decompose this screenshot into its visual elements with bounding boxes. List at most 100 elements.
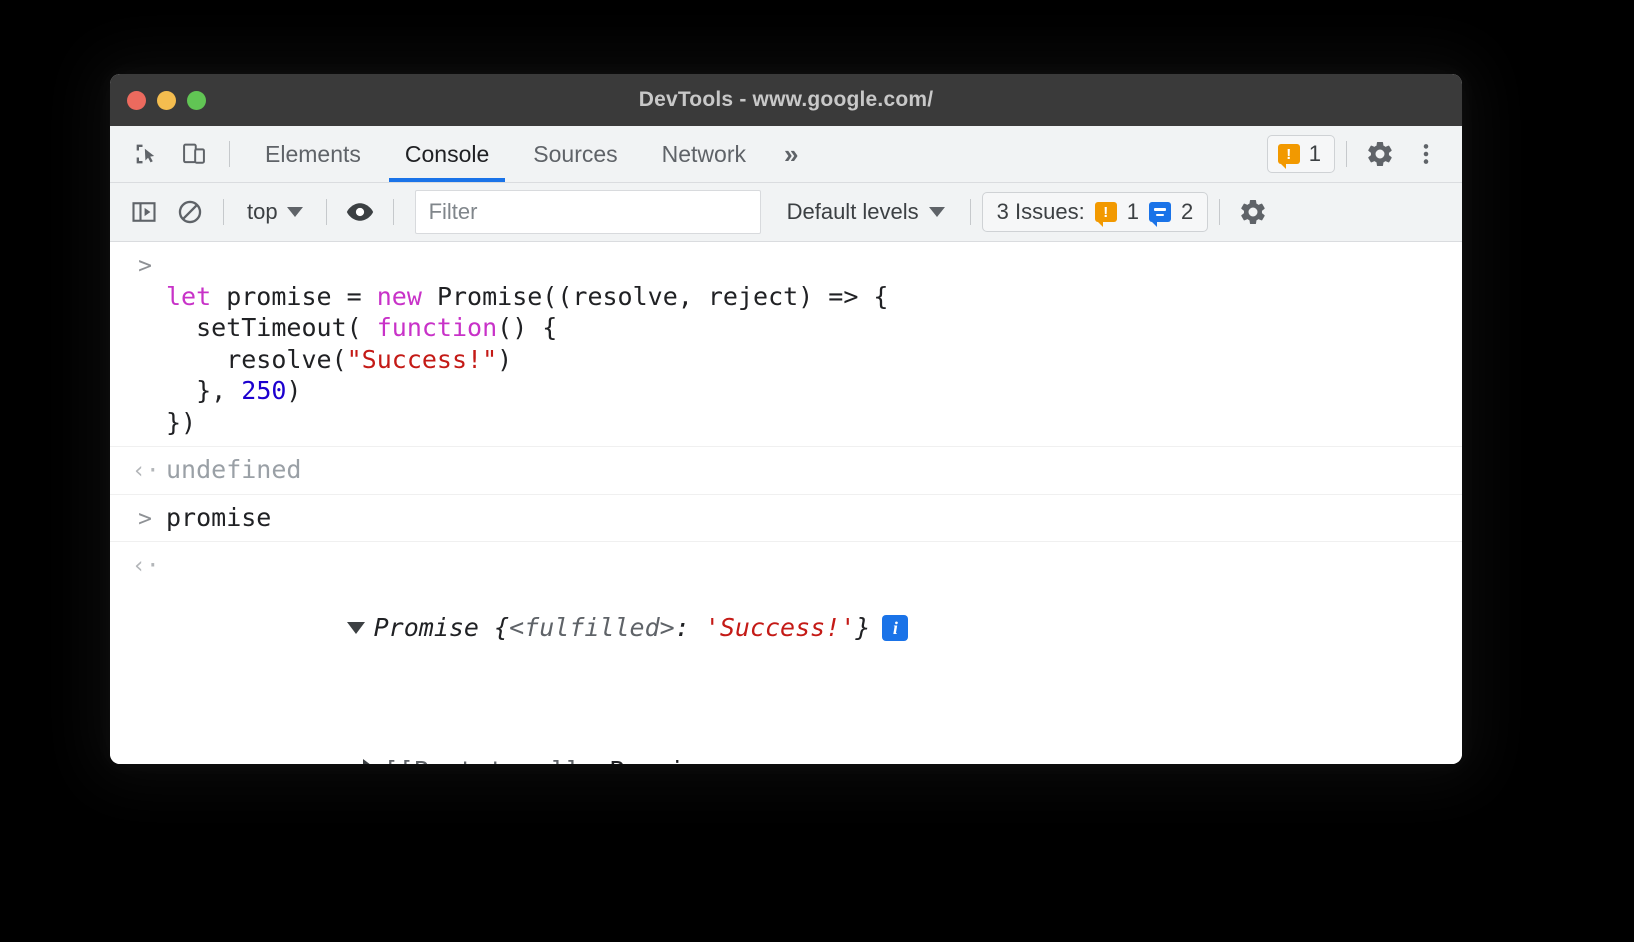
live-expression-button[interactable] <box>338 190 382 234</box>
devtools-settings-button[interactable] <box>1358 132 1402 176</box>
tab-network-label: Network <box>661 140 746 167</box>
console-input-entry[interactable]: > let promise = new Promise((resolve, re… <box>110 242 1462 447</box>
console-toolbar: top Filter Default levels 3 Issues: ! 1 … <box>110 183 1462 242</box>
console-output-entry[interactable]: ‹· undefined <box>110 447 1462 495</box>
issues-summary-button[interactable]: 3 Issues: ! 1 2 <box>981 192 1209 232</box>
code-token-function: function <box>376 313 498 342</box>
code-token-paren-close: ) <box>497 344 513 374</box>
code-token-new: new <box>376 281 422 311</box>
code-token-settimeout: setTimeout( <box>166 313 377 342</box>
panel-tabs: Elements Console Sources Network » <box>243 126 814 182</box>
live-expression-icon <box>345 197 375 227</box>
console-filter-input[interactable]: Filter <box>414 190 761 234</box>
object-preview-line[interactable]: Promise {<fulfilled>: 'Success!'} i <box>166 613 909 674</box>
input-chevron-icon: > <box>138 505 152 532</box>
issues-info-count: 2 <box>1180 199 1194 224</box>
issues-label: 3 Issues: <box>996 199 1085 224</box>
output-arrow-icon: ‹· <box>132 553 160 579</box>
property-value: Promise <box>609 756 714 764</box>
tab-sources-label: Sources <box>533 140 618 167</box>
info-icon-bars <box>1153 208 1166 216</box>
close-window-button[interactable] <box>127 90 146 110</box>
expand-triangle-icon[interactable] <box>346 622 365 634</box>
tab-elements-label: Elements <box>265 140 361 167</box>
tabbar-right-divider <box>1346 141 1347 167</box>
code-token-paren-close-2: ) <box>286 376 302 405</box>
maximize-window-button[interactable] <box>187 90 206 110</box>
device-toolbar-button[interactable] <box>172 132 216 176</box>
object-classname: Promise <box>373 613 495 642</box>
devtools-window: DevTools - www.google.com/ Elements Cons… <box>110 74 1462 764</box>
warnings-indicator-button[interactable]: ! 1 <box>1266 135 1335 173</box>
clear-console-icon <box>176 198 204 226</box>
issues-warning-count: 1 <box>1126 199 1139 224</box>
tab-sources[interactable]: Sources <box>511 126 639 182</box>
execution-context-label: top <box>247 199 278 224</box>
object-value: 'Success!' <box>704 613 856 642</box>
console-settings-button[interactable] <box>1231 190 1275 234</box>
console-input-entry[interactable]: > promise <box>110 495 1462 542</box>
log-levels-selector[interactable]: Default levels <box>773 199 959 225</box>
execution-context-selector[interactable]: top <box>235 193 315 231</box>
inspect-element-button[interactable] <box>124 132 168 176</box>
warning-icon: ! <box>1094 202 1117 227</box>
console-sidebar-icon <box>130 198 158 226</box>
inspect-element-icon <box>132 140 160 168</box>
output-arrow-icon: ‹· <box>132 458 160 484</box>
object-close-brace: } <box>855 613 871 642</box>
console-result-undefined: undefined <box>166 455 302 484</box>
chevron-down-icon <box>286 207 303 217</box>
toolbar-divider-5 <box>1219 199 1221 225</box>
toolbar-divider-4 <box>969 199 971 225</box>
object-colon: : <box>674 613 705 642</box>
code-token-let: let <box>166 281 212 311</box>
input-chevron-icon: > <box>138 253 152 279</box>
gear-icon <box>1365 139 1395 169</box>
expand-triangle-icon[interactable] <box>362 759 375 764</box>
code-token-number: 250 <box>241 376 287 405</box>
code-token-final-close: }) <box>166 407 197 437</box>
minimize-window-button[interactable] <box>157 90 176 110</box>
device-toolbar-icon <box>180 140 208 168</box>
console-message-list[interactable]: > let promise = new Promise((resolve, re… <box>110 242 1462 764</box>
chevron-double-right-icon: » <box>784 138 799 169</box>
code-token-paren-open: () { <box>497 313 558 342</box>
console-source-code: let promise = new Promise((resolve, reje… <box>166 249 1462 438</box>
code-token-close-brace: }, <box>166 376 242 405</box>
object-internal-slot: <fulfilled> <box>509 613 675 642</box>
devtools-tabbar: Elements Console Sources Network » ! 1 <box>110 126 1462 183</box>
clear-console-button[interactable] <box>168 190 212 234</box>
toolbar-divider-2 <box>325 199 327 225</box>
code-token-promise: Promise((resolve, reject) => { <box>421 281 889 311</box>
more-tabs-button[interactable]: » <box>768 126 814 182</box>
property-separator: : <box>579 756 609 764</box>
kebab-menu-icon <box>1413 139 1439 169</box>
devtools-main-menu-button[interactable] <box>1404 132 1448 176</box>
info-icon <box>1148 202 1171 227</box>
object-property-row[interactable]: [[Prototype]]: Promise <box>166 715 1462 764</box>
warning-icon: ! <box>1277 144 1300 169</box>
window-titlebar: DevTools - www.google.com/ <box>110 74 1462 126</box>
tab-console-label: Console <box>404 140 490 167</box>
window-title: DevTools - www.google.com/ <box>638 88 934 111</box>
tabbar-right-tools: ! 1 <box>1266 126 1462 182</box>
tabbar-divider <box>229 141 230 167</box>
console-object-entry[interactable]: ‹· Promise {<fulfilled>: 'Success!'} i [[… <box>110 542 1462 764</box>
tab-elements[interactable]: Elements <box>243 126 383 182</box>
console-object-preview: Promise {<fulfilled>: 'Success!'} i <box>166 549 1462 707</box>
log-levels-label: Default levels <box>786 199 919 224</box>
tabbar-left-tools <box>110 126 239 182</box>
code-token-string: "Success!" <box>346 344 498 374</box>
toolbar-divider-3 <box>392 199 394 225</box>
info-badge-icon[interactable]: i <box>882 615 909 642</box>
chevron-down-icon <box>928 207 945 217</box>
tab-console[interactable]: Console <box>383 126 511 182</box>
console-source-code: promise <box>166 502 272 532</box>
warning-count: 1 <box>1308 141 1321 166</box>
console-sidebar-toggle-button[interactable] <box>122 190 166 234</box>
screenshot-stage: DevTools - www.google.com/ Elements Cons… <box>0 0 1634 942</box>
gear-icon <box>1238 197 1268 227</box>
code-token-resolve: resolve( <box>166 344 347 374</box>
tab-network[interactable]: Network <box>640 126 768 182</box>
toolbar-divider-1 <box>223 199 224 225</box>
